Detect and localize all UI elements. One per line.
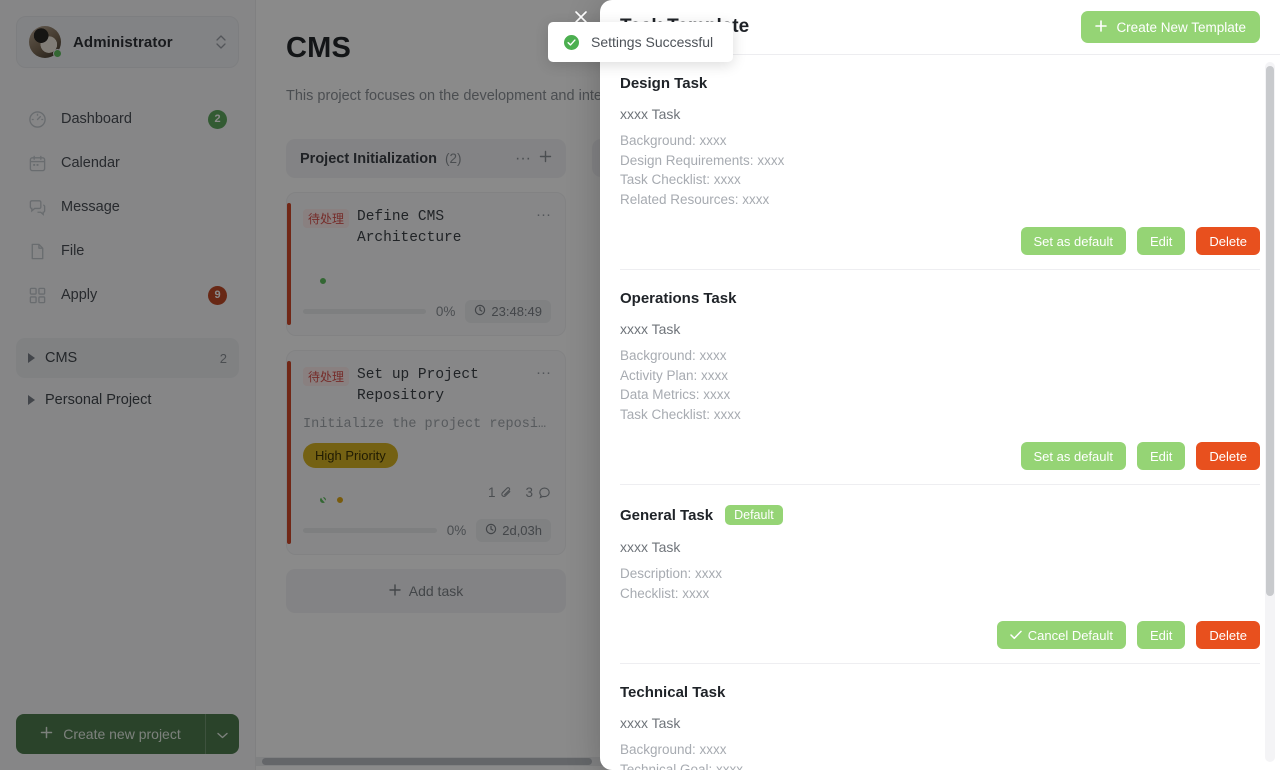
- check-icon: [1009, 628, 1022, 643]
- template-field: Technical Goal: xxxx: [620, 761, 744, 770]
- template-fields: Background: xxxx Design Requirements: xx…: [620, 131, 1260, 209]
- app-root: Administrator Dashboard 2 Calendar Messa…: [0, 0, 1280, 770]
- template-name: General Task: [620, 506, 714, 524]
- delete-button[interactable]: Delete: [1196, 227, 1260, 255]
- template-item: Design Task xxxx Task Background: xxxx D…: [620, 55, 1260, 270]
- set-as-default-button[interactable]: Set as default: [1020, 442, 1127, 470]
- template-subtitle: xxxx Task: [620, 539, 681, 555]
- set-as-default-button[interactable]: Set as default: [1020, 227, 1127, 255]
- template-fields: Description: xxxx Checklist: xxxx: [620, 564, 1260, 603]
- template-field: Data Metrics: xxxx: [620, 387, 731, 402]
- plus-icon: [1095, 19, 1108, 35]
- delete-button[interactable]: Delete: [1196, 621, 1260, 649]
- template-field: Checklist: xxxx: [620, 585, 710, 601]
- template-field: Related Resources: xxxx: [620, 191, 770, 207]
- cancel-default-button[interactable]: Cancel Default: [996, 621, 1127, 649]
- template-item: General Task Default xxxx Task Descripti…: [620, 485, 1260, 664]
- edit-button[interactable]: Edit: [1137, 442, 1186, 470]
- template-subtitle: xxxx Task: [620, 106, 681, 122]
- template-item: Operations Task xxxx Task Background: xx…: [620, 270, 1260, 485]
- template-name: Design Task: [620, 75, 708, 92]
- check-circle-icon: [564, 34, 579, 50]
- edit-button[interactable]: Edit: [1137, 227, 1186, 255]
- template-item: Technical Task xxxx Task Background: xxx…: [620, 664, 1260, 770]
- default-badge: Default: [725, 505, 783, 525]
- toast-notification: Settings Successful: [548, 22, 734, 62]
- template-name: Operations Task: [620, 290, 737, 307]
- template-subtitle: xxxx Task: [620, 321, 681, 337]
- template-name: Technical Task: [620, 684, 726, 701]
- modal-scrollbar-thumb[interactable]: [1266, 66, 1274, 596]
- template-subtitle: xxxx Task: [620, 715, 681, 731]
- create-new-template-label: Create New Template: [1116, 19, 1246, 35]
- template-field: Task Checklist: xxxx: [620, 172, 741, 187]
- task-template-modal: Task Template Create New Template Design…: [600, 0, 1280, 770]
- delete-button[interactable]: Delete: [1196, 442, 1260, 470]
- template-field: Task Checklist: xxxx: [620, 406, 741, 422]
- template-field: Design Requirements: xxxx: [620, 152, 785, 168]
- toast-message: Settings Successful: [591, 34, 714, 50]
- template-fields: Background: xxxx Technical Goal: xxxx Ta…: [620, 740, 1260, 770]
- template-field: Description: xxxx: [620, 566, 723, 581]
- create-new-template-button[interactable]: Create New Template: [1081, 11, 1260, 43]
- template-field: Background: xxxx: [620, 742, 727, 757]
- cancel-default-label: Cancel Default: [1027, 627, 1114, 643]
- template-field: Activity Plan: xxxx: [620, 367, 729, 383]
- template-fields: Background: xxxx Activity Plan: xxxx Dat…: [620, 346, 1260, 424]
- edit-button[interactable]: Edit: [1137, 621, 1186, 649]
- template-field: Background: xxxx: [620, 133, 727, 148]
- template-list: Design Task xxxx Task Background: xxxx D…: [600, 55, 1280, 770]
- template-field: Background: xxxx: [620, 348, 727, 363]
